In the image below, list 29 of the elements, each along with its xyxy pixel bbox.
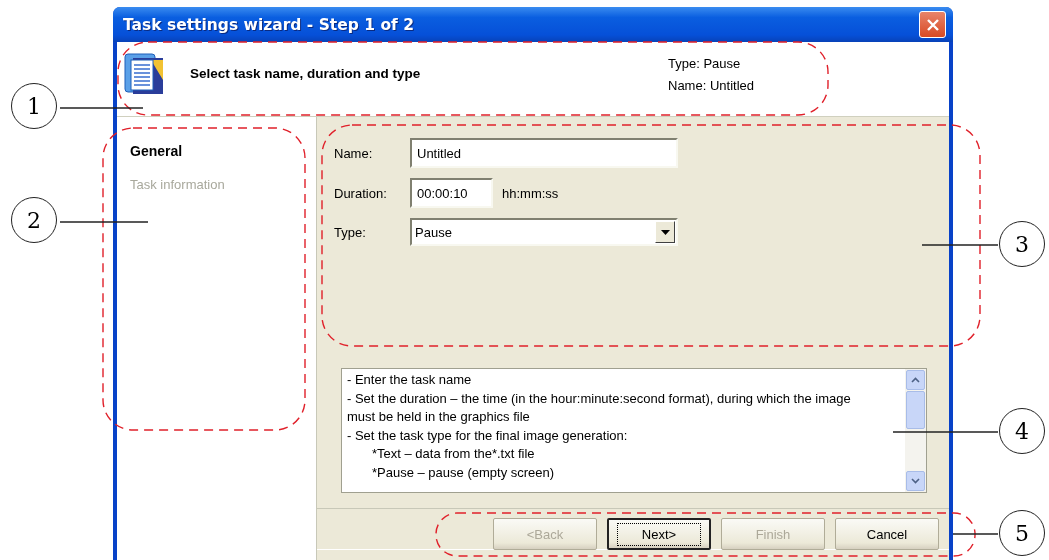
wizard-button[interactable]: Cancel <box>835 518 939 550</box>
callout-number: 3 <box>999 221 1045 267</box>
summary-text: Type: Pause <box>668 56 742 72</box>
leader-line <box>952 533 999 535</box>
field-label: Name: <box>334 145 374 161</box>
summary-text: Name: Untitled <box>668 78 754 94</box>
help-text: - Set the task type for the final image generation: <box>347 426 629 445</box>
help-text: *Pause – pause (empty screen) <box>371 463 556 482</box>
duration-input[interactable]: 00:00:10 <box>410 178 493 208</box>
type-dropdown[interactable]: Pause <box>410 218 678 246</box>
unit-label: hh:mm:ss <box>502 185 559 201</box>
callout-number: 4 <box>999 408 1045 454</box>
step-heading: Select task name, duration and type <box>190 66 422 81</box>
close-button[interactable] <box>919 11 946 38</box>
help-text: - Enter the task name <box>347 371 473 389</box>
callout-number: 1 <box>11 83 57 129</box>
wizard-button[interactable]: Next> <box>607 518 711 550</box>
callout-number: 2 <box>11 197 57 243</box>
close-icon <box>925 17 940 32</box>
window-title: Task settings wizard - Step 1 of 2 <box>122 15 414 34</box>
field-label: Type: <box>334 224 367 240</box>
help-text: - Set the duration – the time (in the hour:minute:second format), during which the image must be held in the graphics file <box>347 389 852 426</box>
field-label: Duration: <box>334 185 388 201</box>
scrollbar[interactable] <box>905 369 926 492</box>
name-input[interactable]: Untitled <box>410 138 678 168</box>
step-item[interactable]: General <box>130 143 183 159</box>
help-text: *Text – data from the*.txt file <box>371 445 536 463</box>
caret-icon <box>660 229 670 235</box>
callout-number: 5 <box>999 510 1045 556</box>
